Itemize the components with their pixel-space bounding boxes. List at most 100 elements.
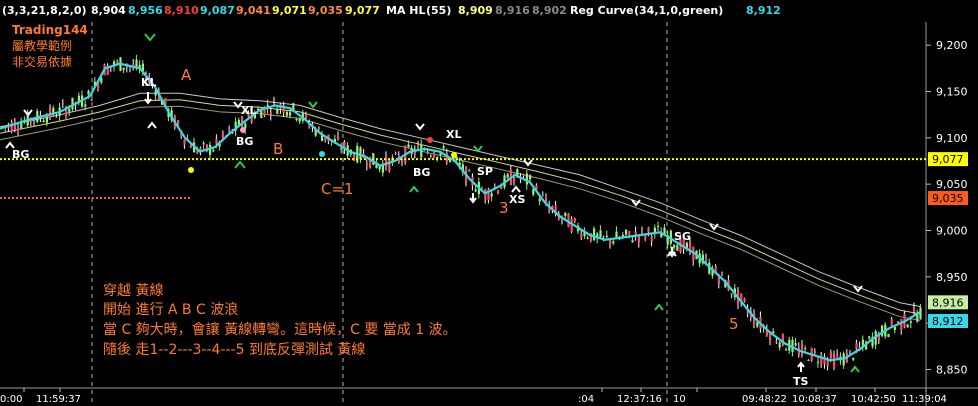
header-item-value: 8,916 [495,4,530,17]
candle-body [385,156,388,168]
candle-body [580,233,583,238]
candle-body [474,189,477,192]
candle-body [49,106,52,118]
header-item-value: 8,912 [746,4,781,17]
candle-body [913,307,916,312]
candle-body [628,231,631,235]
candle-body [269,112,272,115]
header-item-value: 9,071 [272,4,307,17]
candle-body [650,236,653,242]
candle-body [529,175,532,180]
candle-body [116,60,119,63]
note-line: 開始 進行 A B C 波浪 [103,302,238,318]
candle-body [602,235,605,237]
y-tick-label: 8,850 [936,363,968,376]
candle-body [817,361,820,363]
candle-body [525,173,528,185]
candle-body [84,104,87,107]
header-item-value: 8,909 [458,4,493,17]
candle-body [778,342,781,348]
candle-body [586,237,589,239]
candle-body [45,116,48,123]
candle-body [743,298,746,302]
x-tick-label: 11:59:37 [36,394,81,405]
header-item-value: 9,087 [200,4,235,17]
candle-body [228,128,231,130]
price-tag-label: 8,912 [932,315,964,328]
wave-label-a: A [181,66,192,84]
x-tick-label: 0:00 [0,394,22,405]
price-tag-label: 8,916 [932,296,964,309]
signal-dot [188,167,194,173]
candle-body [359,147,362,160]
price-tag-label: 9,035 [932,192,964,205]
candle-body [868,336,871,339]
header-item-params: (3,3,21,8,2,0) [2,4,87,17]
candle-body [429,155,432,157]
signal-bg: BG [413,166,430,179]
candle-body [468,170,471,172]
candle-body [212,150,215,152]
watermark-line: 非交易依據 [12,54,72,69]
header-item-params: (55) [426,4,451,17]
candle-body [756,322,759,327]
candle-body [497,190,500,194]
candle-body [221,132,224,139]
candle-body [829,352,832,359]
y-tick-label: 9,200 [936,39,968,52]
candle-body [394,152,397,155]
candle-body [500,186,503,189]
x-tick-label: :04 [578,394,594,405]
candle-body [183,139,186,145]
header-item-indicator-name: Reg Curve [570,4,634,17]
candle-body [564,212,567,216]
signal-bg: BG [236,135,253,148]
candle-body [324,138,327,141]
candle-body [442,146,445,149]
candle-body [538,198,541,202]
x-tick-label: 11:39:04 [902,394,947,405]
header-item-indicator-name: MA HL [386,4,426,17]
candle-body [55,116,58,118]
candle-body [906,324,909,328]
candle-body [647,227,650,233]
candle-body [260,109,263,118]
candle-body [61,103,64,105]
candle-body [90,98,93,101]
signal-xs: XS [509,193,525,206]
candle-body [836,354,839,359]
y-tick-label: 9,100 [936,132,968,145]
candle-body [42,120,45,123]
candle-body [532,189,535,195]
candle-body [673,245,676,248]
candle-body [388,159,391,171]
candle-body [407,144,410,148]
candle-body [625,229,628,235]
watermark-line: 屬教學範例 [12,38,72,53]
wave-label-3: 3 [499,199,509,217]
x-tick-label: 12:37:16 [617,394,662,405]
candle-body [794,343,797,346]
candle-body [641,228,644,230]
note-line: 隨後 走1--2---3--4---5 到底反彈測試 黃線 [103,342,365,358]
candle-body [807,360,810,362]
candle-body [644,235,647,239]
signal-dot [427,137,433,143]
candle-body [833,354,836,368]
candle-body [631,240,634,243]
candle-body [276,108,279,114]
candle-body [305,113,308,118]
header-item-value: 9,035 [308,4,343,17]
candle-body [340,148,343,150]
note-line: 當 C 夠大時，會讓 黃線轉彎。這時候，C 要 當成 1 波。 [103,321,457,338]
candle-body [541,195,544,197]
signal-dot [240,127,246,133]
header-item-value: 8,904 [91,4,126,17]
candle-body [605,235,608,237]
signal-sg: SG [674,230,691,243]
candle-body [68,108,71,112]
candle-body [705,258,708,260]
candle-body [775,340,778,343]
y-tick-label: 8,950 [936,271,968,284]
candle-body [295,118,298,120]
